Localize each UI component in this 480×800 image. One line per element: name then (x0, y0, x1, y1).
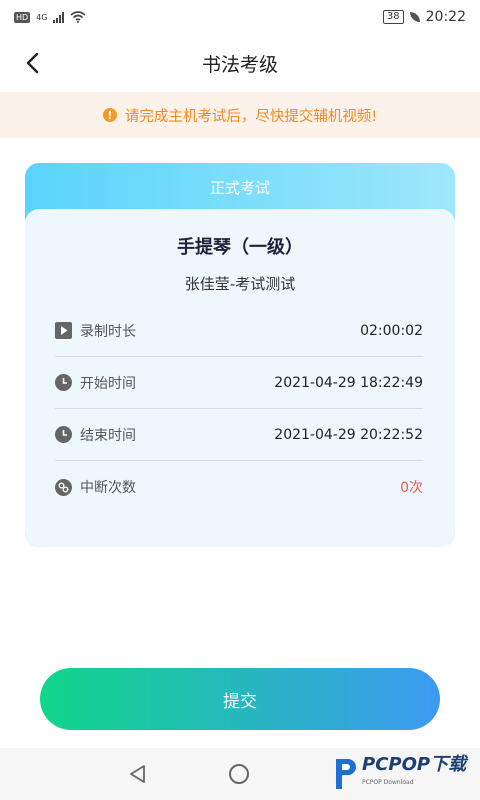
hd-badge: HD (14, 11, 31, 23)
submit-button[interactable]: 提交 (40, 668, 440, 730)
row-value: 02:00:02 (360, 322, 423, 339)
power-saving-icon (409, 12, 420, 22)
nav-home-icon[interactable] (229, 764, 249, 784)
network-type: 4G (36, 12, 48, 22)
nav-back-icon[interactable] (128, 764, 148, 784)
row-value: 2021-04-29 18:22:49 (274, 374, 423, 391)
row-value: 0次 (400, 480, 423, 496)
exam-card: 正式考试 手提琴（一级） 张佳莹-考试测试 录制时长 02:00:02 开始时间… (25, 163, 455, 547)
play-icon (55, 322, 72, 339)
app-header: 书法考级 (0, 34, 480, 92)
watermark-title: PCPOP下载 (362, 754, 467, 775)
clock-icon (55, 426, 72, 443)
row-label: 结束时间 (80, 427, 136, 444)
chevron-left-icon[interactable] (22, 51, 46, 75)
info-row-start-time: 开始时间 2021-04-29 18:22:49 (55, 357, 423, 409)
battery-icon: 38 (382, 10, 404, 24)
notice-banner: ! 请完成主机考试后，尽快提交辅机视频! (0, 92, 480, 138)
link-icon (55, 478, 72, 496)
card-body: 手提琴（一级） 张佳莹-考试测试 录制时长 02:00:02 开始时间 2021… (25, 209, 455, 547)
signal-icon (53, 11, 65, 23)
notice-text: 请完成主机考试后，尽快提交辅机视频! (124, 108, 378, 125)
wifi-icon (70, 11, 87, 23)
status-bar: HD 4G 38 20:22 (0, 0, 480, 34)
watermark-subtitle: PCPOP Download (362, 779, 414, 786)
info-row-duration: 录制时长 02:00:02 (55, 305, 423, 357)
exam-title: 手提琴（一级） (177, 237, 303, 258)
row-label: 开始时间 (80, 375, 136, 392)
row-label: 中断次数 (80, 480, 136, 496)
row-value: 2021-04-29 20:22:52 (274, 426, 423, 443)
watermark-text: PCPOP下载 PCPOP Download (362, 756, 466, 792)
status-left: HD 4G (14, 11, 87, 23)
clock-icon (55, 374, 72, 391)
row-label: 录制时长 (80, 323, 136, 340)
info-row-end-time: 结束时间 2021-04-29 20:22:52 (55, 409, 423, 461)
alert-icon: ! (102, 108, 117, 122)
info-row-interruptions: 中断次数 0次 (55, 461, 423, 513)
exam-subtitle: 张佳莹-考试测试 (184, 275, 296, 293)
pcpop-logo-icon (336, 759, 356, 789)
watermark: PCPOP下载 PCPOP Download (332, 756, 466, 792)
status-right: 38 20:22 (382, 9, 466, 25)
card-header: 正式考试 (209, 178, 270, 197)
clock-time: 20:22 (425, 9, 466, 25)
page-title: 书法考级 (201, 53, 278, 76)
info-list: 录制时长 02:00:02 开始时间 2021-04-29 18:22:49 结… (55, 305, 423, 513)
